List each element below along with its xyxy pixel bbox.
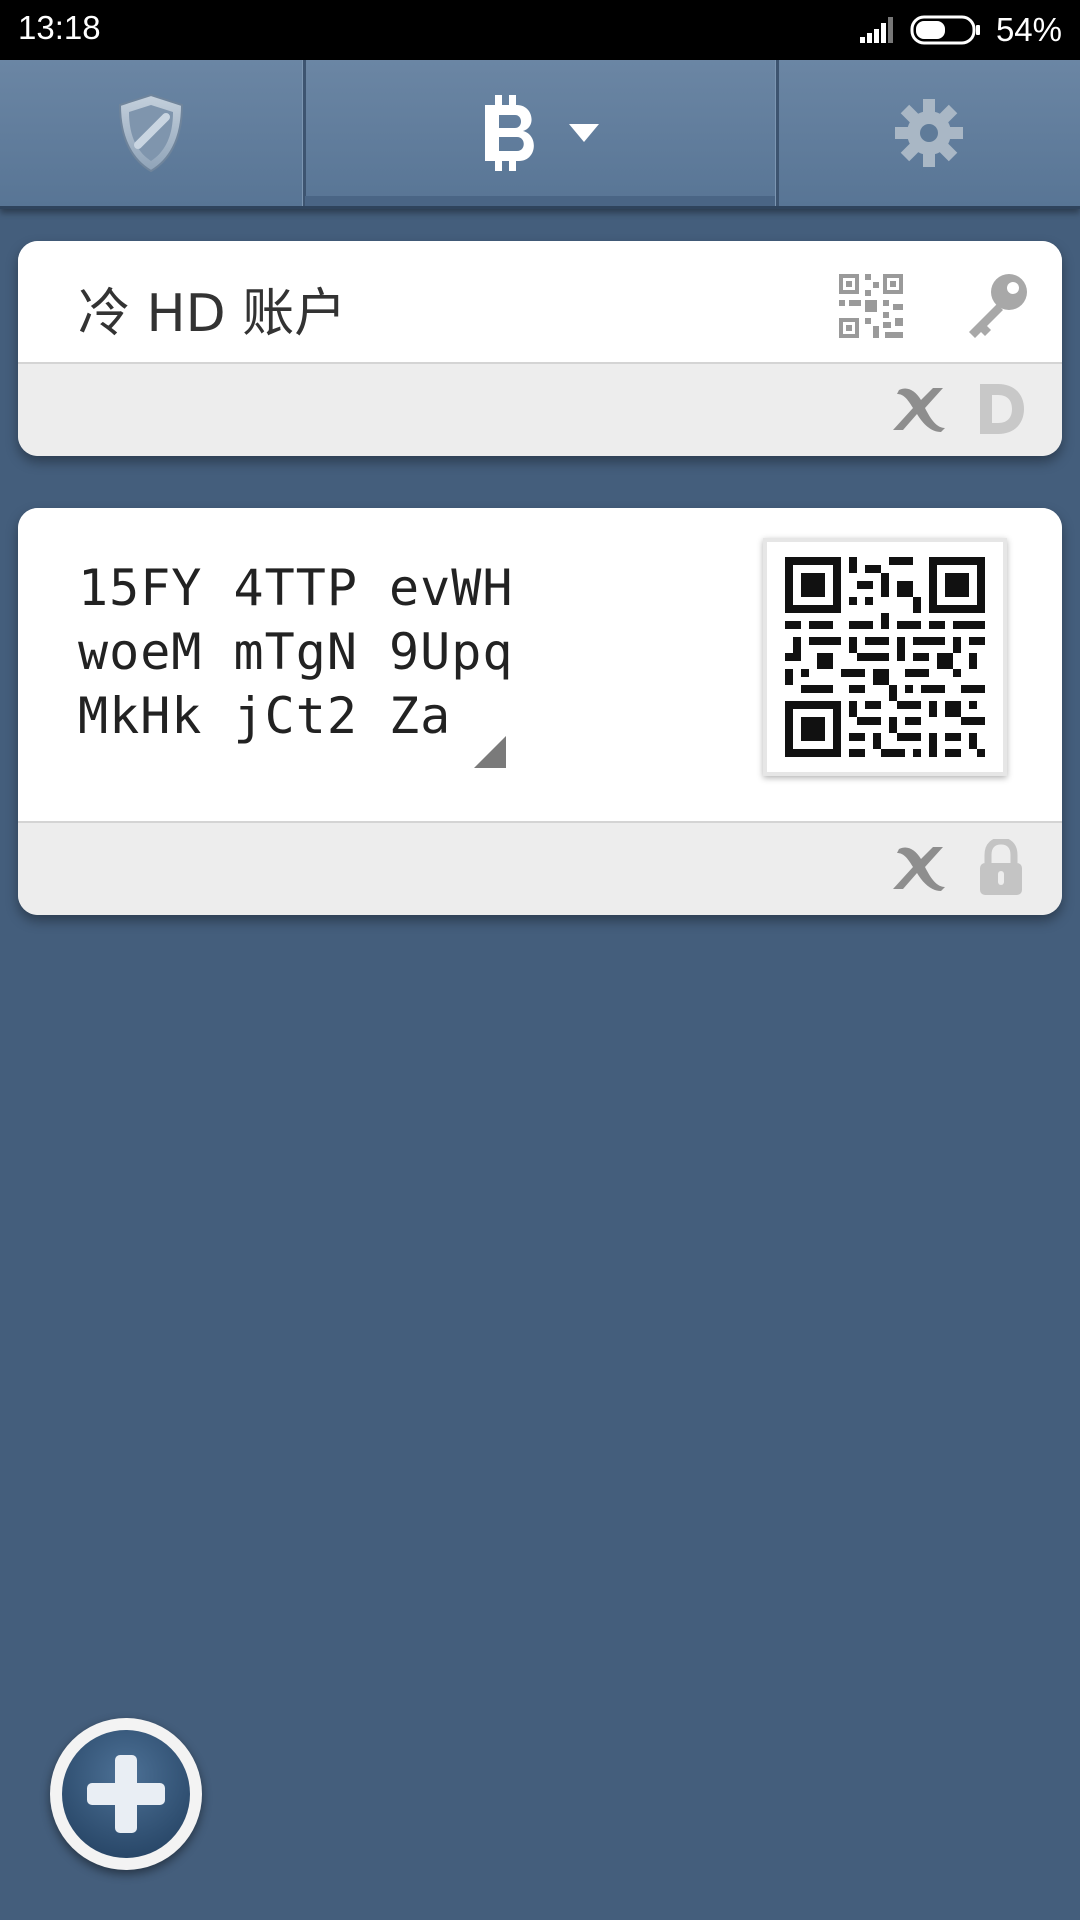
hd-d-button[interactable] (968, 376, 1034, 442)
qr-code (785, 557, 985, 757)
fab-inner (62, 1730, 190, 1858)
address-line: woeM mTgN 9Upq (78, 623, 514, 681)
bitcoin-icon (485, 95, 534, 171)
hd-account-card[interactable]: 冷 HD 账户 (18, 241, 1062, 456)
chevron-down-icon (569, 124, 599, 142)
address-card-footer (18, 821, 1062, 915)
tab-settings[interactable] (778, 60, 1080, 206)
status-time: 13:18 (18, 9, 101, 46)
top-nav (0, 60, 1080, 209)
key-icon (969, 274, 1027, 338)
address-card[interactable]: 15FY 4TTP evWH woeM mTgN 9Upq MkHk jCt2 … (18, 508, 1062, 915)
status-bar: 13:18 54% (0, 0, 1080, 60)
address-line: 15FY 4TTP evWH (78, 559, 514, 617)
address-xrandom-button[interactable] (886, 835, 956, 901)
tab-selected-indicator (305, 196, 775, 206)
hd-qr-button[interactable] (836, 271, 906, 341)
address-card-body: 15FY 4TTP evWH woeM mTgN 9Upq MkHk jCt2 … (18, 508, 1062, 821)
xrandom-x-icon (893, 388, 945, 432)
tab-bitcoin[interactable] (305, 60, 775, 206)
plus-icon (87, 1755, 165, 1833)
tab-security[interactable] (0, 60, 302, 206)
signal-icon (859, 17, 893, 43)
battery-icon (910, 15, 980, 45)
xrandom-x-icon (893, 847, 945, 891)
qr-code-icon (839, 274, 903, 338)
hd-account-title: 冷 HD 账户 (78, 284, 347, 344)
battery-percent: 54% (995, 11, 1062, 48)
hd-account-header: 冷 HD 账户 (18, 241, 1062, 362)
address-line: MkHk jCt2 Za (78, 687, 452, 745)
status-icons: 54% (859, 9, 1062, 51)
shield-icon (118, 93, 184, 173)
d-icon (980, 384, 1024, 434)
gear-icon (895, 99, 963, 167)
address-text[interactable]: 15FY 4TTP evWH woeM mTgN 9Upq MkHk jCt2 … (78, 556, 513, 748)
add-address-button[interactable] (50, 1718, 202, 1870)
corner-triangle-icon (474, 736, 506, 768)
hd-key-button[interactable] (958, 265, 1038, 345)
lock-icon (980, 839, 1022, 895)
address-qr-button[interactable] (763, 538, 1007, 776)
hd-account-footer (18, 362, 1062, 456)
hd-xrandom-button[interactable] (886, 376, 956, 442)
address-lock-button[interactable] (968, 833, 1034, 903)
